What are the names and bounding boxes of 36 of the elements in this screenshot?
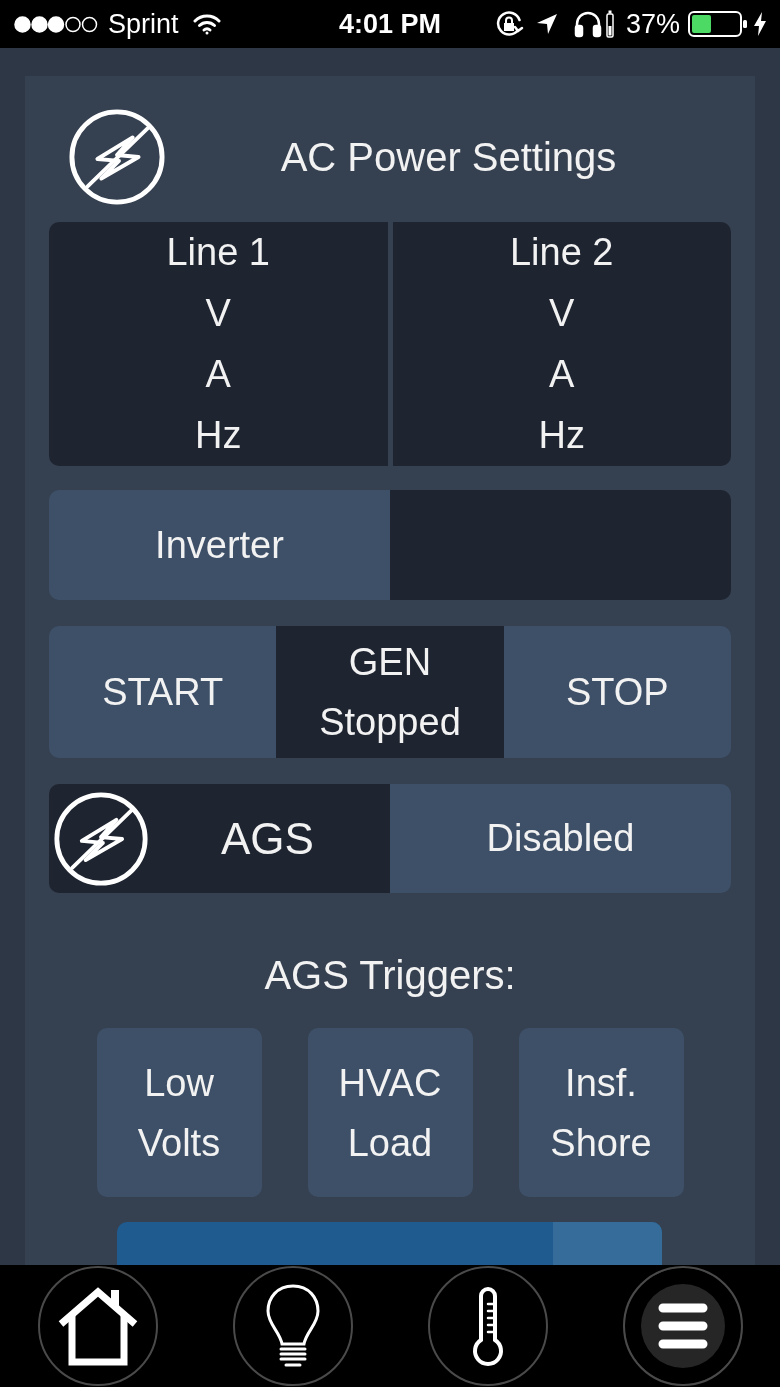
line-title: Line 2 <box>509 230 614 275</box>
headphones-icon <box>573 10 602 38</box>
signal-dots-icon <box>14 15 98 33</box>
inverter-button[interactable]: Inverter <box>49 490 390 600</box>
battery-percentage: 37% <box>625 10 680 38</box>
triggers-heading: AGS Triggers: <box>264 955 516 995</box>
clock-time: 4:01 PM <box>339 10 442 38</box>
generator-button[interactable]: START <box>49 626 277 758</box>
charging-bolt-icon <box>754 12 766 36</box>
location-arrow-icon <box>535 13 558 35</box>
generator-status: Stopped <box>319 700 461 745</box>
unit-label: V <box>205 291 231 336</box>
unit-label: Hz <box>538 413 585 458</box>
unit-label: A <box>549 352 575 397</box>
small-battery-icon <box>605 10 614 38</box>
page-title: AC Power Settings <box>279 137 618 177</box>
menu-icon <box>657 1303 708 1349</box>
unit-label: A <box>205 352 231 397</box>
thermometer-icon <box>470 1286 505 1366</box>
bolt-circle-icon <box>53 790 149 887</box>
trigger-button[interactable]: Low Volts <box>96 1028 262 1197</box>
ags-label: AGS <box>221 816 314 861</box>
wifi-icon <box>192 13 221 35</box>
unit-label: V <box>549 291 575 336</box>
light-bulb-icon <box>265 1284 320 1368</box>
carrier-name: Sprint <box>108 10 179 38</box>
bolt-circle-icon <box>68 108 166 206</box>
trigger-button[interactable]: Insf. Shore <box>518 1028 684 1197</box>
generator-button[interactable]: STOP <box>503 626 731 758</box>
generator-label: GEN <box>348 640 432 685</box>
house-icon <box>56 1286 139 1366</box>
unit-label: Hz <box>195 413 242 458</box>
battery-icon <box>688 11 748 37</box>
trigger-button[interactable]: HVAC Load <box>307 1028 473 1197</box>
line-title: Line 1 <box>166 230 270 275</box>
ags-toggle-button[interactable]: Disabled <box>390 784 731 893</box>
